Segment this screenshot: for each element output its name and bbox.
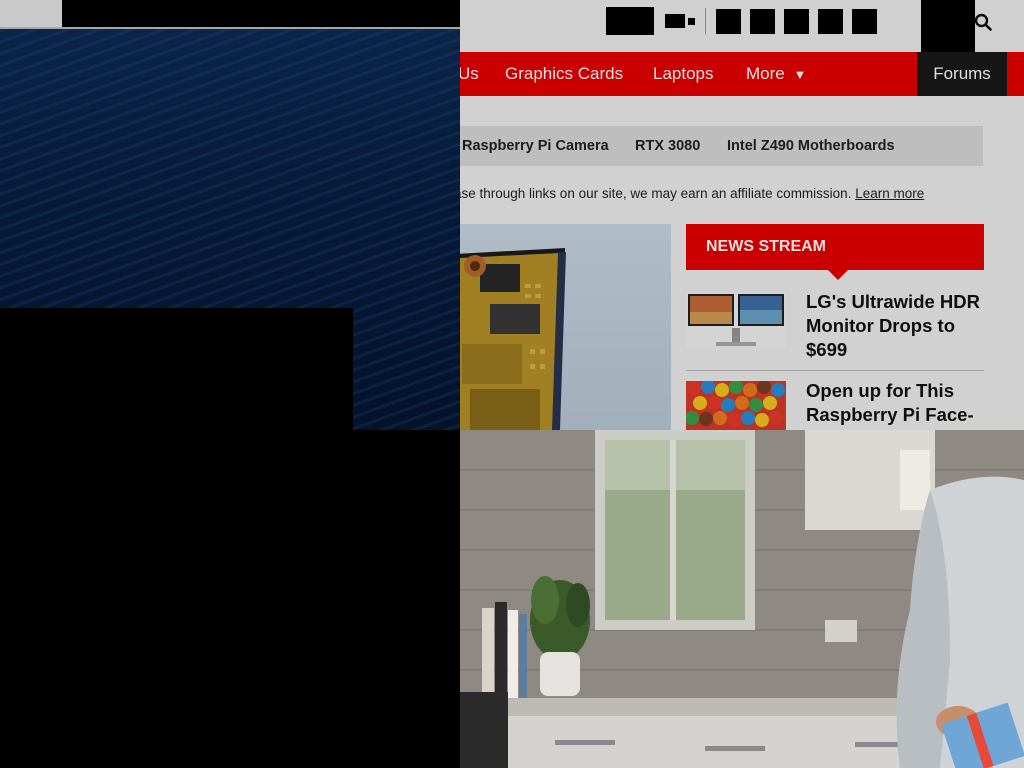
featured-article-image[interactable] (440, 224, 671, 430)
news-item-title[interactable]: LG's Ultrawide HDR Monitor Drops to $699 (806, 290, 986, 362)
logo-left-area (0, 0, 62, 27)
social-icon-5[interactable] (852, 9, 877, 34)
header-black-strip (62, 0, 460, 27)
affiliate-text: ase through links on our site, we may ea… (454, 186, 852, 201)
candy-thumbnail[interactable] (686, 381, 786, 430)
search-button[interactable] (921, 0, 975, 52)
trending-link-intel-z490[interactable]: Intel Z490 Motherboards (727, 126, 895, 166)
chevron-down-icon: ▼ (793, 67, 807, 82)
candy-image (686, 381, 786, 430)
nav-item-graphics-cards[interactable]: Graphics Cards (505, 52, 623, 96)
nav-item-forums[interactable]: Forums (917, 52, 1007, 96)
search-icon[interactable] (974, 13, 992, 31)
kitchen-video-frame (460, 430, 1024, 768)
brand-logo-block[interactable] (606, 7, 654, 35)
ad-video-black-area (0, 430, 460, 768)
monitor-thumbnail[interactable] (686, 292, 786, 348)
nav-item-laptops[interactable]: Laptops (653, 52, 714, 96)
affiliate-disclosure: ase through links on our site, we may ea… (454, 186, 924, 201)
nav-more-label: More (746, 64, 785, 83)
ad-placeholder-black (0, 308, 353, 430)
monitor-image (686, 292, 786, 348)
news-divider (686, 370, 984, 371)
video-ad-player[interactable] (460, 430, 1024, 768)
news-header-pointer (828, 270, 848, 280)
social-icon-2[interactable] (750, 9, 775, 34)
graphics-card-board-image (450, 248, 566, 430)
header-separator (705, 8, 706, 34)
social-icon-1[interactable] (716, 9, 741, 34)
news-stream-header: NEWS STREAM (686, 224, 984, 270)
social-icon-4[interactable] (818, 9, 843, 34)
learn-more-link[interactable]: Learn more (855, 186, 924, 201)
news-item-title[interactable]: Open up for This Raspberry Pi Face- (806, 379, 986, 427)
nav-item-more[interactable]: More ▼ (746, 52, 806, 96)
brand-mark-small (688, 18, 695, 25)
nav-item-us[interactable]: Us (458, 52, 479, 96)
trending-link-raspberry-pi-camera[interactable]: Raspberry Pi Camera (462, 126, 609, 166)
trending-link-rtx-3080[interactable]: RTX 3080 (635, 126, 700, 166)
brand-mark-large (665, 14, 685, 28)
social-icon-3[interactable] (784, 9, 809, 34)
